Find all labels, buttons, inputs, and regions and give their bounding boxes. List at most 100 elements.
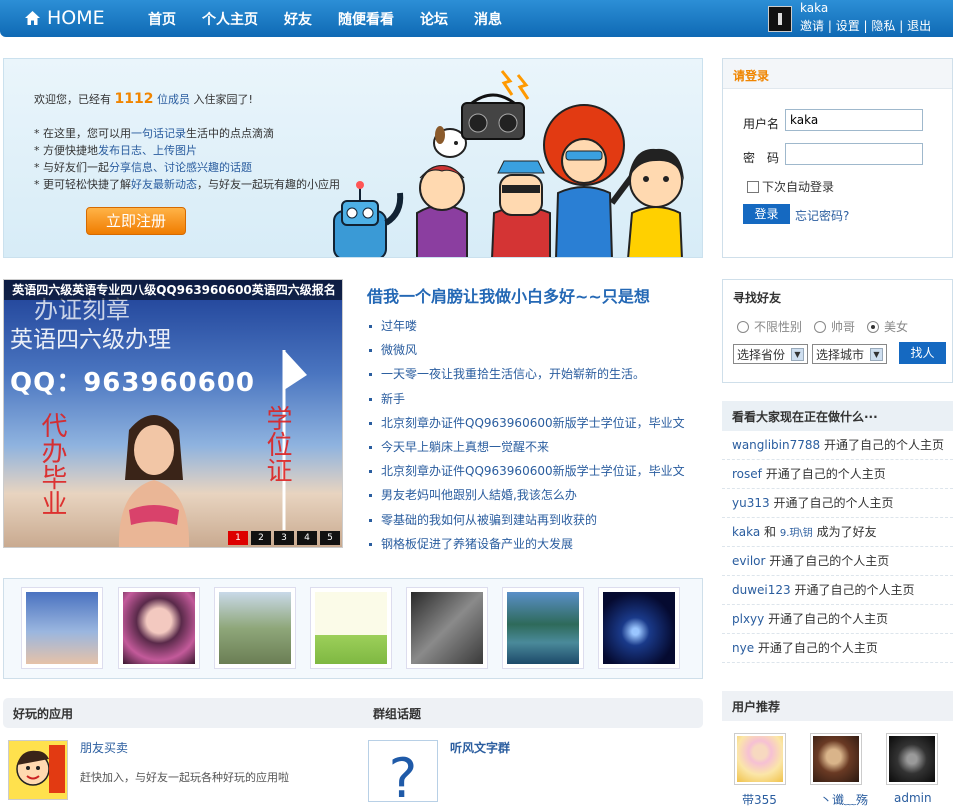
photo-thumbnail[interactable] [21, 587, 103, 669]
avatar[interactable] [734, 733, 786, 785]
invite-link[interactable]: 邀请 [800, 19, 824, 33]
login-panel: 请登录 用户名 密 码 下次自动登录 登录 忘记密码? [722, 58, 953, 258]
list-item[interactable]: 新手 [367, 387, 703, 411]
chevron-down-icon: ▼ [791, 347, 804, 361]
slide-page-3[interactable]: 3 [274, 531, 294, 545]
activity-user-link[interactable]: wanglibin7788 [732, 438, 820, 452]
welcome-text: 欢迎您，已经有 1112 位成员 入住家园了! [34, 91, 253, 107]
activity-item: kaka 和 9.玥\钥 成为了好友 [722, 518, 953, 547]
feature-bullets: * 在这里，您可以用一句话记录生活中的点点滴滴 * 方便快捷地发布日志、上传图片… [34, 125, 340, 193]
slide-page-1[interactable]: 1 [228, 531, 248, 545]
slideshow[interactable]: 办证刻章 英语四六级办理 QQ：963960600 代办毕业 学位证 英语四六级… [3, 279, 343, 548]
list-item[interactable]: 北京刻章办证件QQ963960600新版学士学位证，毕业文 [367, 459, 703, 483]
list-item[interactable]: 钢格板促进了养猪设备产业的大发展 [367, 532, 703, 556]
activity-user-link[interactable]: duwei123 [732, 583, 791, 597]
nav-item-messages[interactable]: 消息 [474, 9, 502, 29]
photo-thumbnail[interactable] [310, 587, 392, 669]
activity-user-link[interactable]: 9.玥\钥 [780, 528, 813, 539]
group-icon[interactable]: ? [368, 740, 438, 808]
slide-caption[interactable]: 英语四六级英语专业四八级QQ963960600英语四六级报名 [4, 280, 342, 300]
featured-title[interactable]: 借我一个肩膀让我做小白多好~~只是想 [367, 283, 703, 307]
slide-page-5[interactable]: 5 [320, 531, 340, 545]
username-input[interactable] [785, 109, 923, 131]
activity-user-link[interactable]: evilor [732, 554, 765, 568]
photo-thumbnail[interactable] [118, 587, 200, 669]
gender-option-female[interactable]: 美女 [867, 318, 908, 335]
username-link[interactable]: kaka [800, 1, 828, 15]
bullet-link[interactable]: 发布日志、上传图片 [98, 144, 197, 157]
slide-page-2[interactable]: 2 [251, 531, 271, 545]
list-item[interactable]: 零基础的我如何从被骗到建站再到收获的 [367, 508, 703, 532]
photo-thumbnail[interactable] [214, 587, 296, 669]
top-nav-bar: HOME 首页 个人主页 好友 随便看看 论坛 消息 kaka 邀请 | 设置 … [0, 0, 953, 37]
avatar[interactable] [886, 733, 938, 785]
bullet-link[interactable]: 分享信息、讨论感兴趣的话题 [109, 161, 252, 174]
list-item[interactable]: 男友老妈叫他跟别人結婚,我该怎么办 [367, 483, 703, 507]
privacy-link[interactable]: 隐私 [871, 19, 895, 33]
bullet-item: * 更可轻松快捷了解好友最新动态，与好友一起玩有趣的小应用 [34, 178, 340, 191]
photo-thumbnail[interactable] [502, 587, 584, 669]
nav-item-index[interactable]: 首页 [148, 9, 176, 29]
recommend-user-name[interactable]: 带355 [742, 791, 777, 808]
app-name-link[interactable]: 朋友买卖 [80, 739, 128, 756]
activity-item: rosef 开通了自己的个人主页 [722, 460, 953, 489]
city-select[interactable]: 选择城市 ▼ [812, 344, 887, 364]
group-name-link[interactable]: 听风文字群 [450, 739, 510, 756]
activity-user-link[interactable]: kaka [732, 525, 760, 539]
home-link[interactable]: HOME [24, 7, 105, 29]
activity-item: wanglibin7788 开通了自己的个人主页 [722, 431, 953, 460]
bullet-item: * 在这里，您可以用一句话记录生活中的点点滴滴 [34, 127, 274, 140]
photo-thumbnail[interactable] [406, 587, 488, 669]
find-people-button[interactable]: 找人 [899, 342, 946, 364]
list-item[interactable]: 北京刻章办证件QQ963960600新版学士学位证，毕业文 [367, 411, 703, 435]
login-button[interactable]: 登录 [743, 204, 790, 224]
list-item[interactable]: 一天零一夜让我重拾生活信心，开始崭新的生活。 [367, 362, 703, 386]
recommend-user-name[interactable]: 丶谶﹏殇 [820, 791, 868, 808]
avatar[interactable] [810, 733, 862, 785]
bullet-link[interactable]: 一句话记录 [131, 127, 186, 140]
gender-option-male[interactable]: 帅哥 [814, 318, 855, 335]
slide-text-2: 英语四六级办理 [10, 327, 171, 353]
activity-user-link[interactable]: nye [732, 641, 754, 655]
activity-item: evilor 开通了自己的个人主页 [722, 547, 953, 576]
gender-option-any[interactable]: 不限性别 [737, 318, 802, 335]
slide-page-4[interactable]: 4 [297, 531, 317, 545]
main-nav: 首页 个人主页 好友 随便看看 论坛 消息 [148, 9, 528, 29]
app-icon[interactable] [8, 740, 68, 800]
user-avatar[interactable] [768, 6, 792, 32]
nav-item-profile[interactable]: 个人主页 [202, 9, 258, 29]
chevron-down-icon: ▼ [870, 347, 883, 361]
bullet-item: * 与好友们一起分享信息、讨论感兴趣的话题 [34, 161, 252, 174]
user-recommend-title: 用户推荐 [722, 691, 953, 721]
bullet-item: * 方便快捷地发布日志、上传图片 [34, 144, 197, 157]
logout-link[interactable]: 退出 [907, 19, 931, 33]
app-icon-image [9, 741, 67, 799]
remember-checkbox[interactable] [747, 180, 759, 193]
house-icon [25, 11, 40, 25]
remember-me[interactable]: 下次自动登录 [747, 178, 834, 195]
recommend-user-name[interactable]: admin [894, 791, 932, 805]
photo-thumbnail[interactable] [598, 587, 680, 669]
activity-user-link[interactable]: rosef [732, 467, 762, 481]
featured-topics: 借我一个肩膀让我做小白多好~~只是想 过年喽 微微风 一天零一夜让我重拾生活信心… [367, 283, 703, 556]
nav-item-forum[interactable]: 论坛 [420, 9, 448, 29]
activity-item: yu313 开通了自己的个人主页 [722, 489, 953, 518]
gender-radio-group: 不限性别 帅哥 美女 [737, 318, 920, 335]
province-select[interactable]: 选择省份 ▼ [733, 344, 808, 364]
list-item[interactable]: 微微风 [367, 338, 703, 362]
settings-link[interactable]: 设置 [836, 19, 860, 33]
nav-item-friends[interactable]: 好友 [284, 9, 312, 29]
password-input[interactable] [785, 143, 923, 165]
afro-character [543, 104, 645, 257]
nav-item-explore[interactable]: 随便看看 [338, 9, 394, 29]
find-friend-title: 寻找好友 [733, 291, 782, 305]
list-item[interactable]: 今天早上躺床上真想一觉醒不来 [367, 435, 703, 459]
list-item[interactable]: 过年喽 [367, 314, 703, 338]
bullet-link[interactable]: 好友最新动态 [131, 178, 197, 191]
activity-user-link[interactable]: plxyy [732, 612, 764, 626]
featured-list: 过年喽 微微风 一天零一夜让我重拾生活信心，开始崭新的生活。 新手 北京刻章办证… [367, 314, 703, 556]
register-button[interactable]: 立即注册 [86, 207, 186, 235]
boombox-figure [461, 70, 530, 140]
activity-user-link[interactable]: yu313 [732, 496, 770, 510]
forgot-password-link[interactable]: 忘记密码? [795, 207, 849, 224]
